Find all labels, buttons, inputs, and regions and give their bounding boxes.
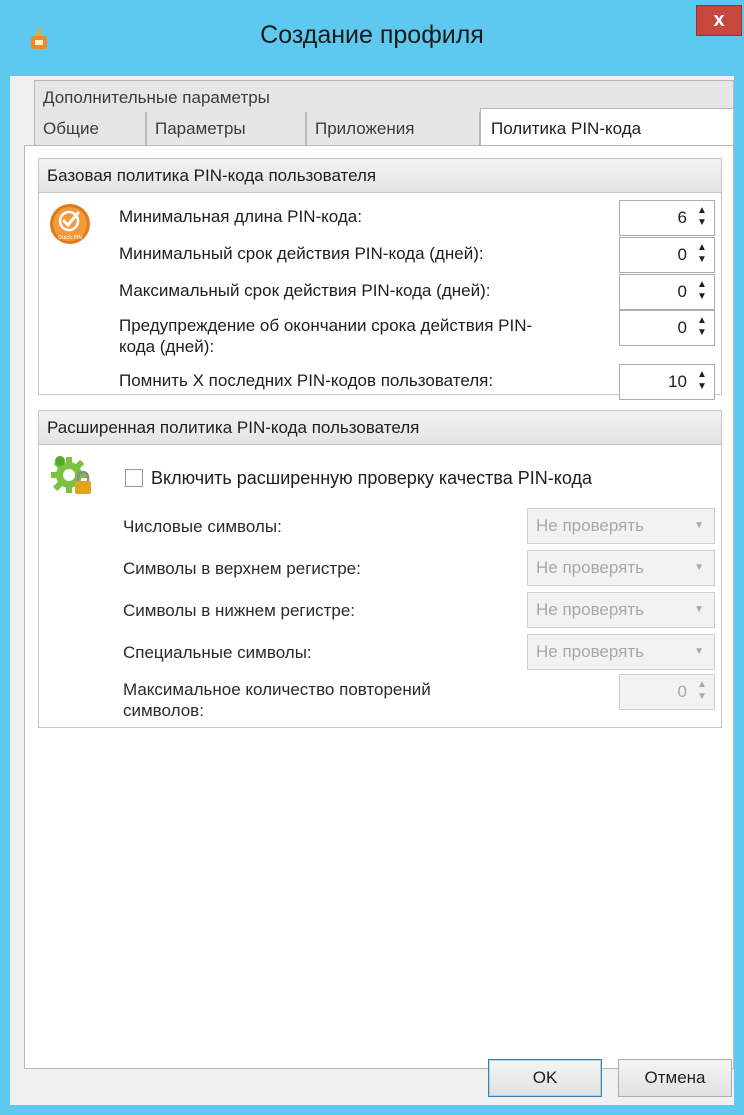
- ok-button[interactable]: OK: [488, 1059, 602, 1097]
- history-value: 10: [668, 372, 687, 391]
- max-age-label: Максимальный срок действия PIN-кода (дне…: [119, 281, 491, 300]
- window-title: Создание профиля: [260, 21, 484, 49]
- tab-page-pin-policy: Базовая политика PIN-кода пользователя Q…: [24, 145, 734, 1069]
- advanced-policy-group: Расширенная политика PIN-кода пользовате…: [38, 410, 722, 728]
- spinner-arrows-icon[interactable]: ▲ ▼: [696, 315, 708, 341]
- lowercase-chars-value: Не проверять: [536, 600, 644, 619]
- special-chars-select[interactable]: Не проверять ▼: [527, 634, 715, 670]
- history-spinner[interactable]: 10 ▲ ▼: [619, 364, 715, 400]
- gear-lock-icon: [51, 456, 91, 494]
- min-length-spinner[interactable]: 6 ▲ ▼: [619, 200, 715, 236]
- max-repeat-value: 0: [677, 682, 687, 701]
- tab-parameters[interactable]: Параметры: [146, 112, 306, 148]
- svg-text:Quick PIN: Quick PIN: [58, 235, 82, 241]
- history-label: Помнить X последних PIN-кодов пользовате…: [119, 371, 494, 390]
- quick-pin-icon: Quick PIN: [50, 204, 90, 244]
- cancel-button[interactable]: Отмена: [618, 1059, 732, 1097]
- numeric-chars-value: Не проверять: [536, 516, 644, 535]
- lowercase-chars-label: Символы в нижнем регистре:: [123, 601, 356, 620]
- uppercase-chars-select[interactable]: Не проверять ▼: [527, 550, 715, 586]
- tab-applications[interactable]: Приложения: [306, 112, 480, 148]
- spinner-arrows-icon[interactable]: ▲ ▼: [696, 679, 708, 705]
- spinner-arrows-icon[interactable]: ▲ ▼: [696, 369, 708, 395]
- special-chars-label: Специальные символы:: [123, 643, 312, 662]
- min-age-value: 0: [677, 245, 687, 264]
- advanced-policy-header: Расширенная политика PIN-кода пользовате…: [39, 411, 721, 445]
- dialog-client: Дополнительные параметры Общие Параметры…: [10, 76, 734, 1105]
- min-age-label: Минимальный срок действия PIN-кода (дней…: [119, 244, 484, 263]
- max-age-spinner[interactable]: 0 ▲ ▼: [619, 274, 715, 310]
- chevron-down-icon[interactable]: ▼: [694, 635, 704, 669]
- close-button[interactable]: x: [696, 5, 742, 36]
- max-age-value: 0: [677, 282, 687, 301]
- spinner-arrows-icon[interactable]: ▲ ▼: [696, 242, 708, 268]
- max-repeat-spinner[interactable]: 0 ▲ ▼: [619, 674, 715, 710]
- chevron-down-icon[interactable]: ▼: [694, 593, 704, 627]
- expiry-warning-value: 0: [677, 318, 687, 337]
- numeric-chars-select[interactable]: Не проверять ▼: [527, 508, 715, 544]
- advanced-check-checkbox[interactable]: [125, 469, 143, 487]
- spinner-arrows-icon[interactable]: ▲ ▼: [696, 279, 708, 305]
- dialog-window: Создание профиля x Дополнительные параме…: [0, 0, 744, 1115]
- basic-policy-group: Базовая политика PIN-кода пользователя Q…: [38, 158, 722, 400]
- uppercase-chars-label: Символы в верхнем регистре:: [123, 559, 361, 578]
- expiry-warning-spinner[interactable]: 0 ▲ ▼: [619, 310, 715, 346]
- min-age-spinner[interactable]: 0 ▲ ▼: [619, 237, 715, 273]
- uppercase-chars-value: Не проверять: [536, 558, 644, 577]
- chevron-down-icon[interactable]: ▼: [694, 551, 704, 585]
- special-chars-value: Не проверять: [536, 642, 644, 661]
- numeric-chars-label: Числовые символы:: [123, 517, 282, 536]
- lowercase-chars-select[interactable]: Не проверять ▼: [527, 592, 715, 628]
- advanced-check-label[interactable]: Включить расширенную проверку качества P…: [151, 468, 592, 489]
- min-length-label: Минимальная длина PIN-кода:: [119, 207, 362, 226]
- title-bar[interactable]: Создание профиля x: [0, 0, 744, 76]
- max-repeat-label: Максимальное количество повторений симво…: [123, 680, 431, 720]
- expiry-warning-label: Предупреждение об окончании срока действ…: [119, 316, 533, 356]
- basic-policy-header: Базовая политика PIN-кода пользователя: [39, 159, 721, 193]
- chevron-down-icon[interactable]: ▼: [694, 509, 704, 543]
- min-length-value: 6: [677, 208, 687, 227]
- spinner-arrows-icon[interactable]: ▲ ▼: [696, 205, 708, 231]
- tab-general[interactable]: Общие: [34, 112, 146, 148]
